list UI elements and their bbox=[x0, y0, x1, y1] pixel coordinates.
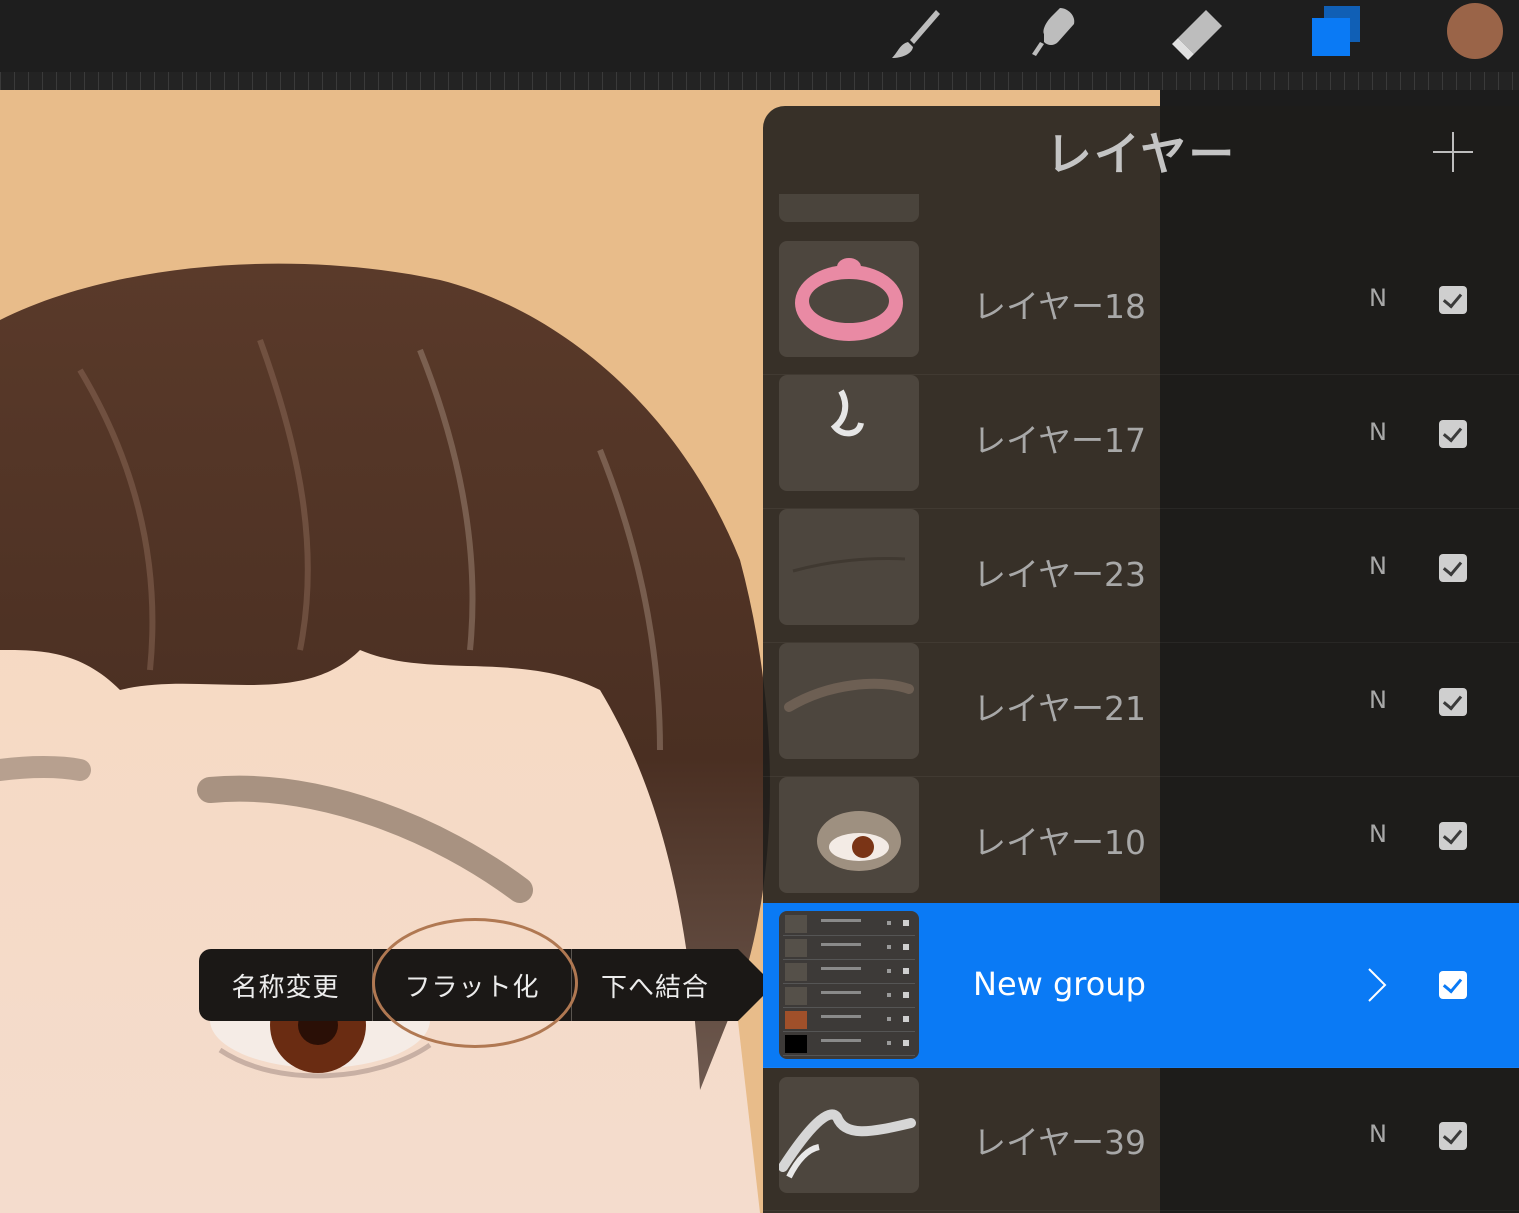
layer-context-menu: 名称変更 フラット化 下へ結合 bbox=[199, 949, 774, 1021]
layer-row[interactable]: レイヤー18 N bbox=[763, 240, 1519, 375]
group-thumbnail bbox=[779, 911, 919, 1059]
layer-thumbnail bbox=[779, 375, 919, 491]
layer-row[interactable]: レイヤー21 N bbox=[763, 642, 1519, 777]
blend-mode-button[interactable]: N bbox=[1369, 1120, 1387, 1148]
layer-thumbnail bbox=[779, 509, 919, 625]
top-toolbar bbox=[0, 0, 1519, 72]
visibility-checkbox[interactable] bbox=[1439, 822, 1467, 850]
blend-mode-button[interactable]: N bbox=[1369, 552, 1387, 580]
group-sublayer-preview bbox=[783, 913, 915, 936]
layer-row[interactable]: レイヤー10 N bbox=[763, 776, 1519, 911]
group-sublayer-preview bbox=[783, 985, 915, 1008]
visibility-checkbox[interactable] bbox=[1439, 420, 1467, 448]
group-sublayer-preview bbox=[783, 961, 915, 984]
blend-mode-button[interactable]: N bbox=[1369, 686, 1387, 714]
group-sublayer-preview bbox=[783, 937, 915, 960]
layer-thumbnail bbox=[779, 241, 919, 357]
layers-panel-header: レイヤー bbox=[763, 106, 1519, 194]
visibility-checkbox[interactable] bbox=[1439, 971, 1467, 999]
layer-thumbnail bbox=[779, 1077, 919, 1193]
layers-icon[interactable] bbox=[1306, 4, 1366, 64]
layer-thumbnail bbox=[779, 777, 919, 893]
blend-mode-button[interactable]: N bbox=[1369, 820, 1387, 848]
layer-row[interactable]: レイヤー39 N bbox=[763, 1076, 1519, 1211]
rename-button[interactable]: 名称変更 bbox=[199, 949, 372, 1021]
layer-row[interactable]: レイヤー23 N bbox=[763, 508, 1519, 643]
layer-name: New group bbox=[973, 965, 1146, 1003]
group-sublayer-preview bbox=[783, 1009, 915, 1032]
chevron-right-icon[interactable] bbox=[1367, 967, 1387, 1003]
visibility-checkbox[interactable] bbox=[1439, 286, 1467, 314]
flatten-button[interactable]: フラット化 bbox=[373, 949, 571, 1021]
brush-icon[interactable] bbox=[886, 4, 946, 64]
add-layer-plus-icon[interactable] bbox=[1429, 128, 1477, 176]
layer-thumbnail-partial bbox=[779, 194, 919, 222]
layer-group-row[interactable]: New group bbox=[763, 903, 1519, 1068]
layer-name: レイヤー39 bbox=[973, 1123, 1147, 1162]
layer-name: レイヤー17 bbox=[973, 421, 1147, 460]
merge-down-button[interactable]: 下へ結合 bbox=[572, 949, 738, 1021]
blend-mode-button[interactable]: N bbox=[1369, 418, 1387, 446]
blend-mode-button[interactable]: N bbox=[1369, 284, 1387, 312]
context-menu-body: 名称変更 フラット化 下へ結合 bbox=[199, 949, 738, 1021]
layer-row[interactable]: レイヤー17 N bbox=[763, 374, 1519, 509]
layer-name: レイヤー10 bbox=[973, 823, 1147, 862]
visibility-checkbox[interactable] bbox=[1439, 688, 1467, 716]
smudge-icon[interactable] bbox=[1024, 4, 1084, 64]
layers-panel-title: レイヤー bbox=[1045, 127, 1237, 181]
eraser-icon[interactable] bbox=[1166, 4, 1226, 64]
layer-name: レイヤー21 bbox=[973, 689, 1147, 728]
visibility-checkbox[interactable] bbox=[1439, 554, 1467, 582]
group-sublayer-preview bbox=[783, 1033, 915, 1056]
layer-name: レイヤー23 bbox=[973, 555, 1147, 594]
layer-name: レイヤー18 bbox=[973, 287, 1147, 326]
ruler bbox=[0, 72, 1519, 90]
color-swatch[interactable] bbox=[1447, 3, 1503, 59]
layer-thumbnail bbox=[779, 643, 919, 759]
layers-panel: レイヤー レイヤー18 N レイヤー17 N レイヤー23 N レイヤー21 N… bbox=[763, 106, 1519, 1213]
visibility-checkbox[interactable] bbox=[1439, 1122, 1467, 1150]
